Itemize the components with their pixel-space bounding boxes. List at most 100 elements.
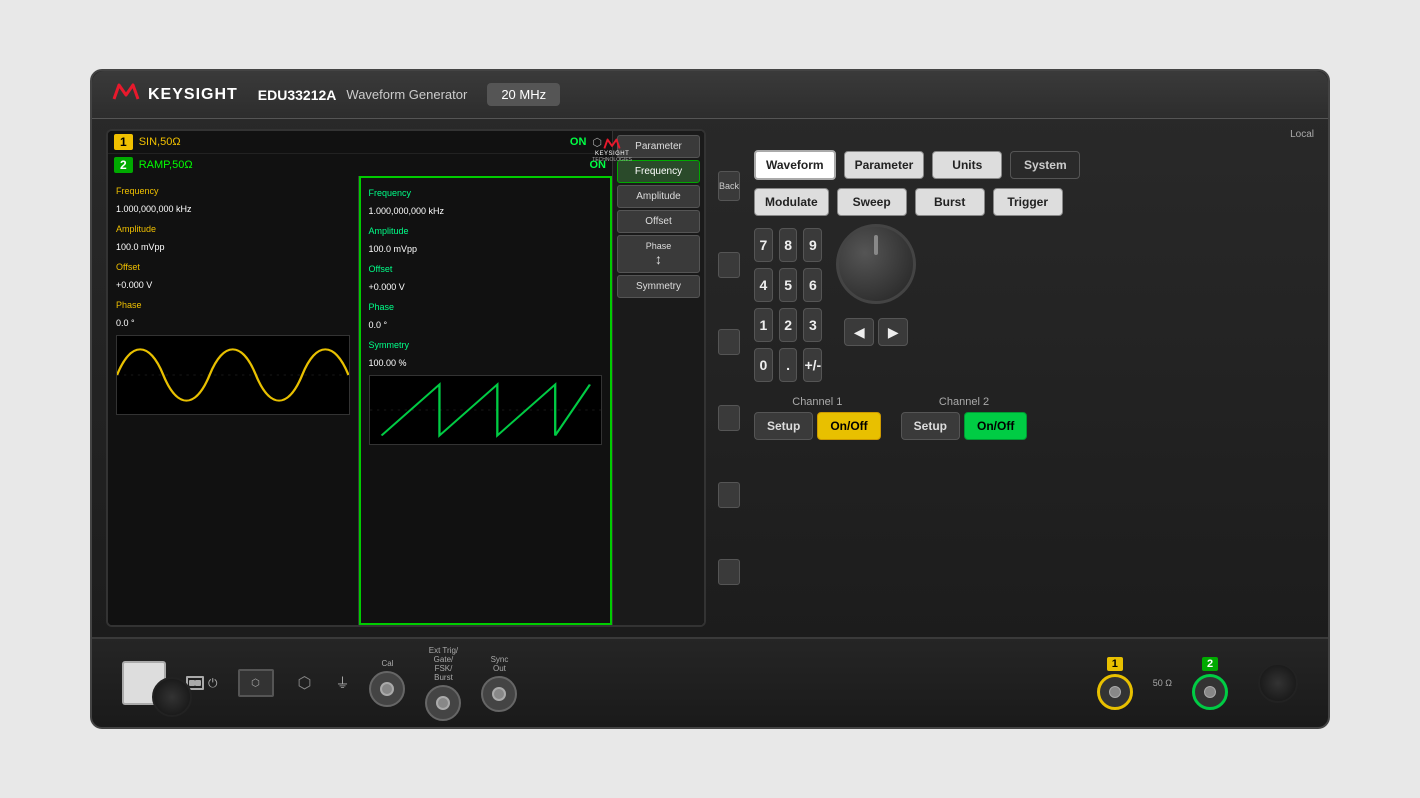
ch2-frequency-value: 1.000,000,000 kHz <box>369 206 445 216</box>
ch2-offset-value: +0.000 V <box>369 282 405 292</box>
num-3[interactable]: 3 <box>803 308 822 342</box>
cal-connector[interactable] <box>369 671 405 707</box>
ch1-offset-label: Offset <box>116 262 140 272</box>
ch1-setup-button[interactable]: Setup <box>754 412 813 440</box>
trigger-button[interactable]: Trigger <box>993 188 1063 216</box>
ch1-onoff-button[interactable]: On/Off <box>817 412 880 440</box>
ch1-frequency-value: 1.000,000,000 kHz <box>116 204 192 214</box>
ch2-setup-button[interactable]: Setup <box>901 412 960 440</box>
num-1[interactable]: 1 <box>754 308 773 342</box>
power-symbol: ⏻ <box>208 676 218 691</box>
display-screen: 1 SIN,50Ω ON ⬡ 2 RAMP,50Ω ON <box>106 129 706 627</box>
system-button[interactable]: System <box>1010 151 1080 179</box>
modulate-button[interactable]: Modulate <box>754 188 829 216</box>
ch1-output-label-row: 1 <box>1107 657 1123 671</box>
units-button[interactable]: Units <box>932 151 1002 179</box>
channel2-label: Channel 2 <box>939 396 989 408</box>
num-8[interactable]: 8 <box>779 228 798 262</box>
ch1-output-connector[interactable] <box>1097 674 1133 710</box>
top-bar: KEYSIGHT EDU33212A Waveform Generator 20… <box>92 71 1328 119</box>
num-plusminus[interactable]: +/- <box>803 348 822 382</box>
ch1-offset-row: Offset +0.000 V <box>116 257 350 293</box>
ch2-onoff-button[interactable]: On/Off <box>964 412 1027 440</box>
side-btn-1[interactable] <box>718 252 740 278</box>
menu-offset-btn[interactable]: Offset <box>617 210 700 233</box>
side-buttons: Back <box>716 129 744 627</box>
control-panel: Local Waveform Parameter Units System Mo… <box>754 129 1314 627</box>
num-4[interactable]: 4 <box>754 268 773 302</box>
channel1-buttons: Setup On/Off <box>754 412 881 440</box>
bottom-panel: ⏻ ⬡ ⬡ ⏚ Cal Ext Trig/ Gate/ FSK/ Burst S… <box>92 637 1328 727</box>
model-name: EDU33212A <box>258 87 337 103</box>
second-ctrl-row: Modulate Sweep Burst Trigger <box>754 188 1314 216</box>
ch2-amplitude-row: Amplitude 100.0 mVpp <box>369 221 603 257</box>
side-btn-3[interactable] <box>718 405 740 431</box>
back-button[interactable]: Back <box>718 171 740 201</box>
ext-trig-connector-group: Ext Trig/ Gate/ FSK/ Burst <box>425 646 461 721</box>
channel-controls: Channel 1 Setup On/Off Channel 2 Setup O… <box>754 396 1314 440</box>
menu-frequency-btn[interactable]: Frequency <box>617 160 700 183</box>
resistance-label: 50 Ω <box>1153 678 1172 688</box>
ch1-waveform <box>117 336 349 414</box>
num-6[interactable]: 6 <box>803 268 822 302</box>
sync-connector[interactable] <box>481 676 517 712</box>
menu-amplitude-btn[interactable]: Amplitude <box>617 185 700 208</box>
numpad-knob-area: 7 8 9 4 5 6 1 2 3 0 . +/- <box>754 224 1314 382</box>
numpad: 7 8 9 4 5 6 1 2 3 0 . +/- <box>754 228 822 382</box>
ch2-offset-row: Offset +0.000 V <box>369 259 603 295</box>
ch1-output-label: 1 <box>1107 657 1123 671</box>
ch1-frequency-label: Frequency <box>116 186 159 196</box>
ch2-phase-label: Phase <box>369 302 395 312</box>
rotary-knob[interactable] <box>836 224 916 304</box>
screen-brand-sub: TECHNOLOGIES <box>592 157 632 163</box>
num-dot[interactable]: . <box>779 348 798 382</box>
ch1-amplitude-value: 100.0 mVpp <box>116 242 165 252</box>
ch2-symmetry-row: Symmetry 100.00 % <box>369 335 603 371</box>
burst-button[interactable]: Burst <box>915 188 985 216</box>
ch1-offset-value: +0.000 V <box>116 280 152 290</box>
knob-indicator <box>874 235 878 255</box>
arrow-left-button[interactable]: ◀ <box>844 318 874 346</box>
screen-keysight-logo: KEYSIGHT TECHNOLOGIES <box>592 137 632 163</box>
brand-name: KEYSIGHT <box>148 86 238 104</box>
num-9[interactable]: 9 <box>803 228 822 262</box>
ch1-amplitude-label: Amplitude <box>116 224 156 234</box>
side-btn-5[interactable] <box>718 559 740 585</box>
num-2[interactable]: 2 <box>779 308 798 342</box>
waveform-button[interactable]: Waveform <box>754 150 836 180</box>
ch2-waveform <box>370 376 602 444</box>
side-btn-2[interactable] <box>718 329 740 355</box>
num-7[interactable]: 7 <box>754 228 773 262</box>
ground-symbol: ⏚ <box>335 673 349 693</box>
sync-connector-group: Sync Out <box>481 655 517 712</box>
ext-trig-connector[interactable] <box>425 685 461 721</box>
sync-label: Sync Out <box>491 655 509 673</box>
num-0[interactable]: 0 <box>754 348 773 382</box>
num-5[interactable]: 5 <box>779 268 798 302</box>
ch1-phase-value: 0.0 ° <box>116 318 135 328</box>
arrow-buttons: ◀ ▶ <box>844 318 908 346</box>
channel2-controls: Channel 2 Setup On/Off <box>901 396 1028 440</box>
arrow-right-button[interactable]: ▶ <box>878 318 908 346</box>
ch2-symmetry-value: 100.00 % <box>369 358 407 368</box>
ch2-label: 2 <box>114 157 133 173</box>
channel1-label: Channel 1 <box>792 396 842 408</box>
ch2-symmetry-label: Symmetry <box>369 340 410 350</box>
io-icons: ⏻ <box>186 676 218 691</box>
parameter-button[interactable]: Parameter <box>844 151 925 179</box>
ch2-phase-value: 0.0 ° <box>369 320 388 330</box>
main-content: 1 SIN,50Ω ON ⬡ 2 RAMP,50Ω ON <box>92 119 1328 637</box>
menu-phase-btn[interactable]: Phase↕ <box>617 235 700 273</box>
channel2-buttons: Setup On/Off <box>901 412 1028 440</box>
side-btn-4[interactable] <box>718 482 740 508</box>
channel1-controls: Channel 1 Setup On/Off <box>754 396 881 440</box>
ch2-phase-row: Phase 0.0 ° <box>369 297 603 333</box>
ch2-output-connector[interactable] <box>1192 674 1228 710</box>
menu-symmetry-btn[interactable]: Symmetry <box>617 275 700 298</box>
ch1-phase-row: Phase 0.0 ° <box>116 295 350 331</box>
usb-port[interactable]: ⬡ <box>238 669 274 697</box>
ext-trig-label: Ext Trig/ Gate/ FSK/ Burst <box>429 646 458 682</box>
usb-symbol-bottom: ⬡ <box>298 673 312 693</box>
io-group: ⏻ <box>186 676 218 691</box>
sweep-button[interactable]: Sweep <box>837 188 907 216</box>
